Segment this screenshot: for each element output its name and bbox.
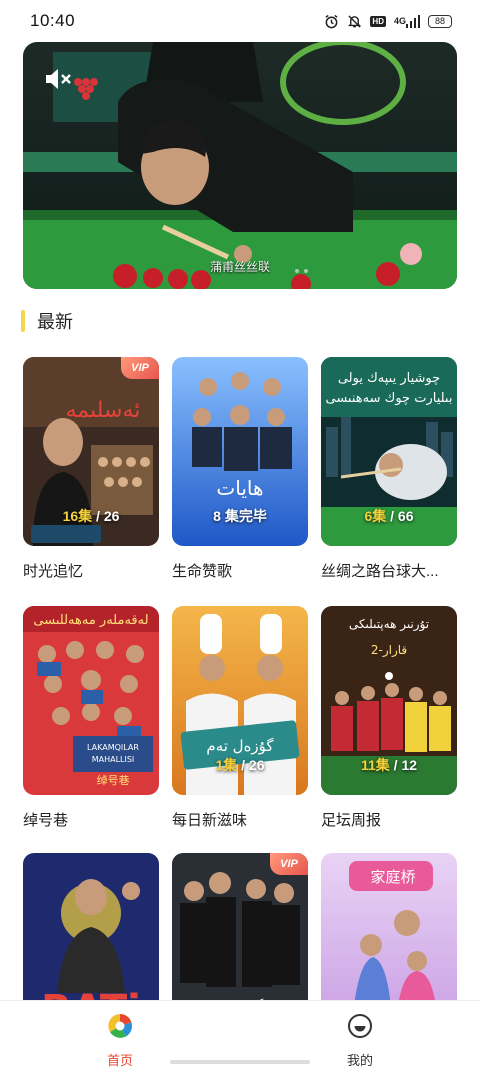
- svg-text:家庭桥: 家庭桥: [370, 868, 415, 886]
- network-type: 4G: [393, 16, 406, 26]
- svg-text:بىليارت چوك سەھنىسى: بىليارت چوك سەھنىسى: [326, 391, 453, 406]
- banner-dot[interactable]: [304, 269, 308, 273]
- section-accent-bar: [21, 310, 25, 332]
- card-title: 生命赞歌: [172, 563, 233, 580]
- video-card[interactable]: چوشيار يىپەك يولى بىليارت چوك سەھنىسى 6集…: [321, 357, 457, 581]
- battery-level: 88: [434, 16, 445, 26]
- video-card[interactable]: گۇزەل تەم 1集 / 26 每日新滋味: [172, 606, 308, 830]
- svg-text:لەقەملەر مەھەللىسى: لەقەملەر مەھەللىسى: [33, 613, 148, 628]
- nav-mine[interactable]: 我的: [240, 1001, 480, 1067]
- alarm-icon: [324, 14, 339, 29]
- banner-pagination: [295, 269, 308, 273]
- poster: گۇزەل تەم 1集 / 26: [172, 606, 308, 795]
- svg-text:MAHALLISI: MAHALLISI: [92, 755, 135, 764]
- episode-count: 11集 / 12: [360, 757, 418, 773]
- hd-badge: HD: [370, 15, 386, 27]
- bottom-nav: 首页 我的: [0, 1000, 480, 1067]
- section-header-latest: 最新: [21, 308, 73, 334]
- card-title: 时光追忆: [23, 563, 84, 580]
- vip-badge: VIP: [121, 357, 159, 379]
- profile-face-icon: [347, 1013, 373, 1044]
- video-card[interactable]: ئەسلىمە VIP 16集 / 26 时光追忆: [23, 357, 159, 581]
- status-time: 10:40: [30, 11, 76, 30]
- svg-text:绰号巷: 绰号巷: [97, 774, 130, 787]
- nav-home-label: 首页: [106, 1053, 133, 1067]
- banner-image: [23, 42, 457, 289]
- card-title: 足坛周报: [321, 812, 382, 829]
- svg-text:2-قارار: 2-قارار: [371, 643, 407, 658]
- section-title: 最新: [37, 312, 73, 332]
- video-card[interactable]: تۇرنىر ھەپتىلىكى 2-قارار 11集 / 12 足坛周报: [321, 606, 457, 830]
- banner-caption: 蒲甫丝丝联: [209, 260, 270, 274]
- svg-text:چوشيار يىپەك يولى: چوشيار يىپەك يولى: [338, 371, 440, 386]
- card-title: 丝绸之路台球大...: [321, 563, 439, 580]
- nav-mine-label: 我的: [346, 1053, 373, 1067]
- svg-text:LAKAMQILAR: LAKAMQILAR: [87, 743, 139, 752]
- status-icons: HD 4G 88: [324, 14, 452, 29]
- card-title: 绰号巷: [23, 812, 69, 829]
- svg-text:ئەسلىمە: ئەسلىمە: [66, 398, 141, 423]
- card-title: 每日新滋味: [172, 812, 248, 829]
- episode-count: 6集 / 66: [364, 508, 414, 524]
- banner-video[interactable]: 蒲甫丝丝联: [23, 42, 457, 289]
- poster: ھايات 8 集完毕: [172, 357, 308, 546]
- home-logo-icon: [107, 1013, 133, 1044]
- svg-text:گۇزەل تەم: گۇزەل تەم: [206, 737, 274, 755]
- battery-icon: 88: [428, 14, 452, 28]
- svg-text:ھايات: ھايات: [216, 476, 263, 500]
- video-card[interactable]: لەقەملەر مەھەللىسى LAKAMQILAR MAHALLISI …: [23, 606, 159, 830]
- speaker-mute-icon[interactable]: [43, 66, 73, 92]
- video-card[interactable]: ھايات 8 集完毕 生命赞歌: [172, 357, 308, 581]
- mute-bell-icon: [347, 14, 362, 29]
- poster: ئەسلىمە VIP 16集 / 26: [23, 357, 159, 546]
- episode-count: 16集 / 26: [62, 508, 120, 524]
- banner-dot[interactable]: [295, 269, 299, 273]
- poster: چوشيار يىپەك يولى بىليارت چوك سەھنىسى 6集…: [321, 357, 457, 546]
- status-bar: 10:40 HD 4G 88: [0, 0, 480, 42]
- poster: لەقەملەر مەھەللىسى LAKAMQILAR MAHALLISI …: [23, 606, 159, 795]
- vip-badge: VIP: [270, 853, 308, 875]
- episode-count: 8 集完毕: [213, 508, 267, 524]
- svg-text:تۇرنىر ھەپتىلىكى: تۇرنىر ھەپتىلىكى: [349, 617, 429, 632]
- episode-count: 1集 / 26: [215, 757, 265, 773]
- gesture-bar: [170, 1060, 310, 1064]
- app-root: 10:40 HD 4G 88 蒲甫丝丝联 最新 ئەسلىمە VIP 16集 …: [0, 0, 480, 1067]
- nav-home[interactable]: 首页: [0, 1001, 240, 1067]
- signal-icon: 4G: [393, 14, 420, 28]
- poster: تۇرنىر ھەپتىلىكى 2-قارار 11集 / 12: [321, 606, 457, 795]
